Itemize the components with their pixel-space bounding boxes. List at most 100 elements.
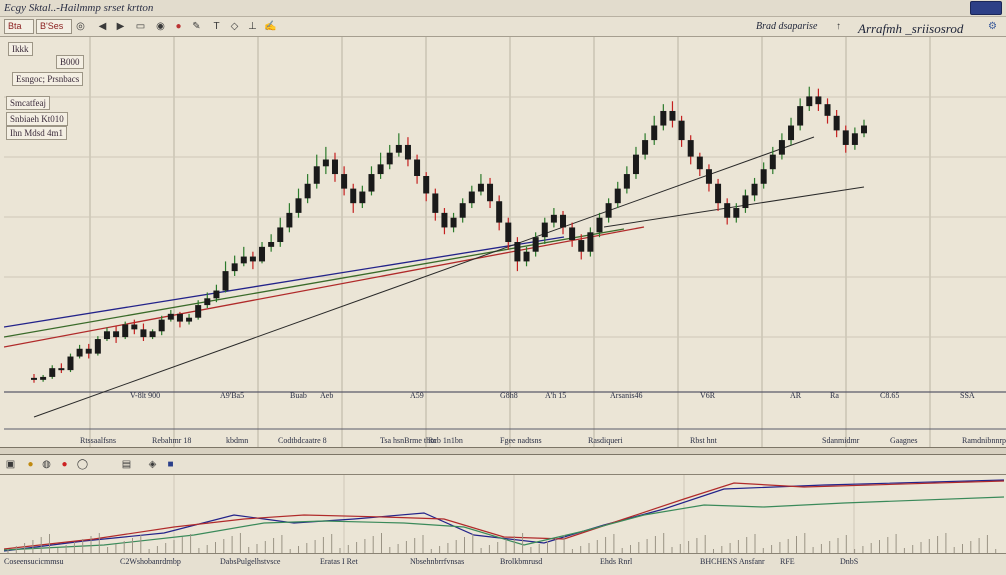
candle-body <box>158 319 165 332</box>
price-chart[interactable] <box>3 37 1006 447</box>
candle-body <box>760 169 767 184</box>
info-label-4: Snbiaeh Kt010 <box>6 112 68 126</box>
panel-separator[interactable] <box>0 447 1006 455</box>
candle-body <box>751 183 758 196</box>
candle-body <box>696 156 703 170</box>
time-label: G8h8 <box>500 391 518 400</box>
crosshair-icon[interactable]: ◯ <box>76 458 89 471</box>
candle-body <box>49 368 56 377</box>
time-label: SSA <box>960 391 975 400</box>
candle-body <box>213 290 220 299</box>
time-label: A'h 15 <box>545 391 567 400</box>
candle-body <box>788 125 795 141</box>
monitor-icon[interactable]: ▣ <box>4 458 17 471</box>
time-label: Ramdnibnnrp <box>962 436 1006 445</box>
alert-icon[interactable]: ● <box>172 20 185 33</box>
time-label: V6R <box>700 391 716 400</box>
candle-body <box>122 324 129 338</box>
indicator-chart[interactable] <box>3 475 1006 553</box>
settings-icon[interactable]: ⚙ <box>986 20 999 33</box>
candle-body <box>450 217 457 228</box>
candle-body <box>496 201 503 223</box>
symbol-field[interactable]: Bta <box>4 19 34 34</box>
forward-icon[interactable]: ▶ <box>114 20 127 33</box>
indicator-toolbar: ▣ ● ◍ ● ◯ ▤ ◈ ■ <box>0 455 1006 475</box>
candle-body <box>249 256 256 262</box>
candle-body <box>523 251 530 262</box>
candle-body <box>149 331 156 338</box>
settings-icon[interactable]: ◍ <box>40 458 53 471</box>
time-label: Rtssaalfsns <box>80 436 116 445</box>
symbol-name: Arrafmh _sriisosrod <box>858 21 964 36</box>
candle-body <box>778 140 785 155</box>
layout-icon[interactable]: ■ <box>164 458 177 471</box>
candle-body <box>432 193 439 213</box>
alert-icon[interactable]: ● <box>58 458 71 471</box>
candle-body <box>851 133 858 145</box>
time-label: Eratas I Ret <box>320 557 358 566</box>
candle-body <box>304 183 311 199</box>
candle-body <box>532 237 539 252</box>
record-icon[interactable]: ◉ <box>154 20 167 33</box>
time-label: V-8lt 900 <box>130 391 161 400</box>
candle-body <box>277 227 284 242</box>
candle-body <box>705 169 712 184</box>
time-axis-bar: Coseensucicmmsu C2Wshobanrdrnbp DabsPulgel… <box>0 553 1006 575</box>
shape-icon[interactable]: ◇ <box>228 20 241 33</box>
candle-body <box>651 125 658 141</box>
indicator-lines <box>3 475 1005 553</box>
candle-body <box>176 313 183 322</box>
candle-body <box>687 140 694 157</box>
draw-icon[interactable]: ✎ <box>190 20 203 33</box>
candlestick-chart[interactable] <box>3 37 1006 447</box>
candle-body <box>550 214 557 223</box>
trend-line-red <box>3 226 645 348</box>
candle-body <box>414 159 421 176</box>
time-label: Ehds Rnrl <box>600 557 633 566</box>
candle-body <box>423 176 430 194</box>
candle-body <box>94 339 101 354</box>
search-icon[interactable]: ◎ <box>74 20 87 33</box>
time-label: Codtbdcaatre 8 <box>278 436 327 445</box>
candle-body <box>359 191 366 204</box>
candle-body <box>85 348 92 354</box>
timeframe-field[interactable]: B'Ses <box>36 19 72 34</box>
candle-body <box>404 144 411 160</box>
candle-body <box>113 331 120 338</box>
cursor-icon[interactable]: ↑ <box>832 20 845 33</box>
text-icon[interactable]: T <box>210 20 223 33</box>
time-label: C8.65 <box>880 391 900 400</box>
time-label: kbdmn <box>226 436 249 445</box>
candle-body <box>797 106 804 126</box>
time-label: Brolkbmrusd <box>500 557 543 566</box>
candle-body <box>587 232 594 252</box>
candle-body <box>806 96 813 107</box>
candle-body <box>578 240 585 252</box>
candle-body <box>167 313 174 320</box>
candle-body <box>733 208 740 218</box>
candle-body <box>505 222 512 242</box>
back-icon[interactable]: ◀ <box>96 20 109 33</box>
time-label: DabsPulgelhstvsce <box>220 557 281 566</box>
candle-body <box>386 152 393 165</box>
print-icon[interactable]: ▤ <box>120 458 133 471</box>
candle-body <box>560 214 567 228</box>
coin-icon[interactable]: ● <box>24 458 37 471</box>
pen-icon[interactable]: ✍ <box>264 20 277 33</box>
candle-body <box>322 159 329 167</box>
window-control-button[interactable] <box>970 1 1002 15</box>
candle-body <box>441 212 448 228</box>
candle-body <box>231 263 238 272</box>
candle-body <box>195 305 202 318</box>
info-label-1: Ikkk <box>8 42 33 56</box>
candle-body <box>222 271 229 291</box>
color-icon[interactable]: ◈ <box>146 458 159 471</box>
ruler-icon[interactable]: ⊥ <box>246 20 259 33</box>
time-label: DnbS <box>840 557 859 566</box>
candle-body <box>350 188 357 204</box>
candle-body <box>487 183 494 202</box>
time-label: AR <box>790 391 802 400</box>
layout-icon[interactable]: ▭ <box>134 20 147 33</box>
time-label: Nbsehnbrrfvnsas <box>410 557 465 566</box>
candle-body <box>477 183 484 192</box>
